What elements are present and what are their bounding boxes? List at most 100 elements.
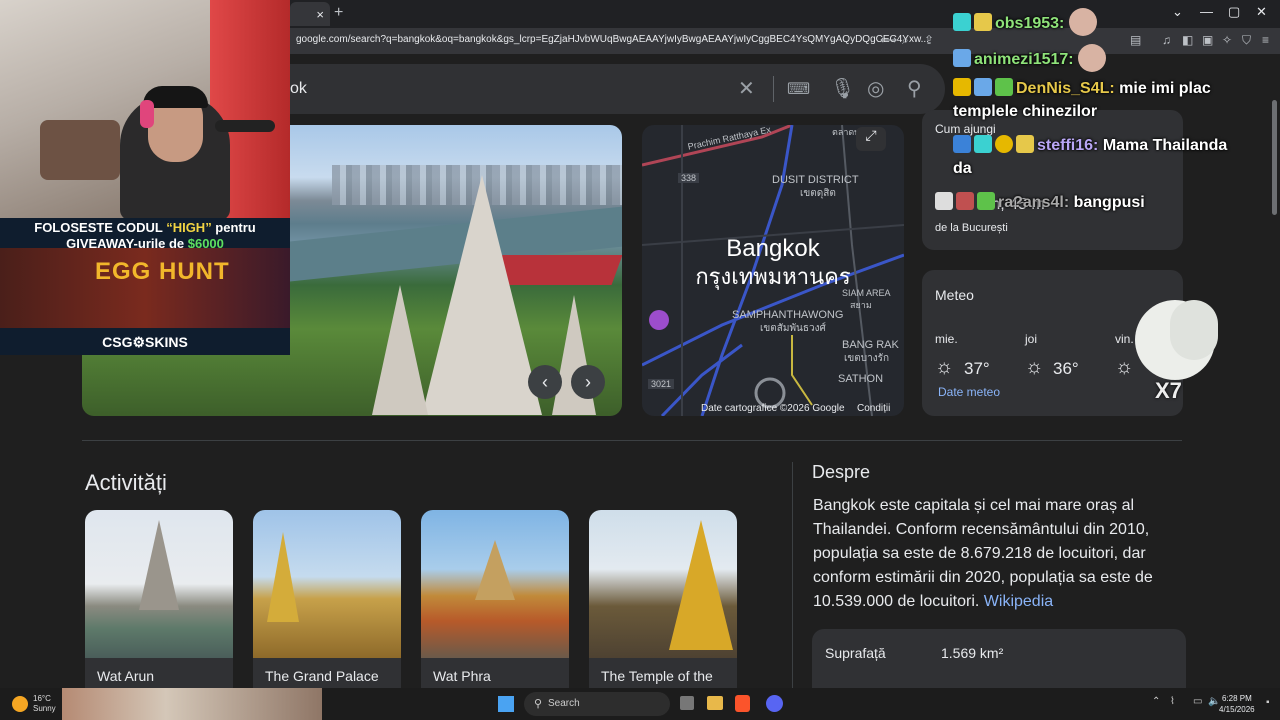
music-icon[interactable]: ♫ [1162, 33, 1171, 47]
emote-ghost [1170, 300, 1218, 360]
carousel-prev-button[interactable]: ‹ [528, 365, 562, 399]
facts-card: Suprafață 1.569 km² [812, 629, 1186, 689]
map-road-number: 3021 [648, 379, 675, 389]
search-icon[interactable]: ⚲ [907, 76, 922, 101]
browser-tab[interactable]: × [290, 2, 330, 26]
promo-banner: FOLOSESTE CODUL “HIGH” pentru GIVEAWAY-u… [0, 218, 290, 355]
taskbar-time[interactable]: 6:28 PM [1222, 694, 1252, 703]
menu-icon[interactable]: ≡ [1262, 33, 1269, 47]
tab-search-icon[interactable]: ⌄ [1172, 4, 1183, 20]
weather-title: Meteo [935, 287, 974, 303]
discord-icon[interactable] [766, 695, 783, 712]
brave-icon[interactable] [735, 695, 750, 712]
scrollbar[interactable] [1272, 100, 1277, 215]
fact-value: 1.569 km² [941, 645, 1004, 661]
section-divider [82, 440, 1182, 441]
taskbar-temp[interactable]: 16°C [33, 694, 51, 703]
tray-expand-icon[interactable]: ⌃ [1152, 696, 1160, 707]
taskbar-search[interactable]: ⚲ Search [524, 692, 670, 716]
address-bar[interactable]: google.com/search?q=bangkok&oq=bangkok&g… [290, 28, 1280, 54]
map-terms-link[interactable]: Condiții [857, 403, 890, 414]
network-icon[interactable]: ⌇ [1170, 696, 1175, 707]
wikipedia-link[interactable]: Wikipedia [984, 593, 1053, 610]
search-box[interactable]: ok ✕ ⌨ 🎙 ◎ ⚲ [290, 64, 945, 114]
wallet-icon[interactable]: ▣ [1202, 33, 1213, 47]
tab-close-icon[interactable]: × [316, 7, 324, 22]
taskbar-search-label: Search [548, 698, 580, 709]
activity-image [85, 510, 233, 658]
map-label-district: DUSIT DISTRICT [772, 174, 859, 186]
about-title: Despre [812, 462, 871, 482]
about-description: Bangkok este capitala și cel mai mare or… [813, 494, 1173, 614]
weather-sun-icon[interactable] [12, 696, 28, 712]
close-window-button[interactable]: ✕ [1256, 4, 1267, 20]
clear-icon[interactable]: ✕ [738, 76, 755, 101]
webcam-overlay [0, 0, 290, 218]
activity-card[interactable]: The Grand Palace [253, 510, 401, 710]
column-divider [792, 462, 793, 692]
ai-icon[interactable]: ✧ [1222, 33, 1232, 47]
map-road-number: 338 [678, 173, 700, 183]
emote-multiplier: X7 [1155, 378, 1182, 403]
task-view-icon[interactable] [680, 696, 694, 710]
carousel-next-button[interactable]: › [571, 365, 605, 399]
weather-day: vin. [1115, 332, 1134, 346]
file-explorer-icon[interactable] [707, 696, 723, 710]
event-banner: EGG HUNT [0, 248, 290, 328]
sidebar-icon[interactable]: ▤ [1130, 33, 1141, 47]
windows-start-icon[interactable] [498, 696, 514, 712]
activity-image [421, 510, 569, 658]
url-text[interactable]: google.com/search?q=bangkok&oq=bangkok&g… [296, 34, 929, 45]
directions-title: Cum ajungi [935, 122, 996, 136]
activity-card[interactable]: Wat Arun [85, 510, 233, 710]
keyboard-icon[interactable]: ⌨ [787, 79, 810, 99]
map-label-district: SAMPHANTHAWONG [732, 309, 844, 321]
shield-icon[interactable]: ⛉ [1242, 33, 1251, 48]
event-title: EGG HUNT [95, 258, 230, 285]
new-tab-button[interactable]: + [334, 4, 343, 22]
expand-map-icon[interactable]: ⤢ [856, 127, 886, 151]
chat-message: DenNis_S4L: mie imi plac [953, 78, 1211, 98]
taskbar-condition[interactable]: Sunny [33, 704, 56, 713]
taskbar: 16°C Sunny ⚲ Search ⌃ ⌇ ▭ 🔈 6:28 PM 4/15… [0, 688, 1280, 720]
microphone-icon[interactable]: 🎙 [830, 76, 855, 101]
map[interactable]: Prachim Ratthaya Ex 338 3021 ตลาดพลู DUS… [642, 125, 904, 416]
weather-day: mie. [935, 332, 958, 346]
promo-line-1: FOLOSESTE CODUL “HIGH” pentru [34, 220, 256, 235]
notification-icon[interactable]: ▪ [1266, 697, 1270, 708]
activity-card[interactable]: Wat Phra [421, 510, 569, 710]
weather-day: joi [1025, 332, 1038, 346]
search-input[interactable]: ok [290, 80, 307, 98]
panel-icon[interactable]: ◧ [1182, 33, 1193, 47]
translate-icon[interactable]: ⟷ [880, 33, 897, 47]
sofa [40, 120, 120, 180]
search-icon: ⚲ [534, 698, 543, 710]
chat-message-cont: templele chinezilor [953, 103, 1098, 120]
taskbar-date[interactable]: 4/15/2026 [1219, 705, 1255, 714]
map-label-district-thai: เขตสัมพันธวงศ์ [760, 323, 826, 334]
directions-from: de la București [935, 222, 1008, 234]
maximize-button[interactable]: ▢ [1228, 4, 1240, 20]
weather-temp: 36° [1053, 359, 1079, 378]
activities-title: Activități [85, 470, 167, 495]
share-icon[interactable]: ⇪ [924, 33, 934, 47]
chat-message: obs1953: [953, 8, 1100, 36]
chat-message: animezi1517: [953, 44, 1109, 72]
map-label-district: SATHON [838, 373, 884, 385]
zoom-icon[interactable]: ⌕ [902, 33, 909, 48]
sun-icon: ☼ [1025, 356, 1044, 378]
activity-title: Wat Phra [433, 668, 491, 684]
sun-icon: ☼ [1115, 356, 1134, 378]
map-attribution: Date cartografice ©2026 Google [701, 403, 845, 414]
taskbar-preview [62, 688, 322, 720]
weather-link[interactable]: Date meteo [938, 385, 1000, 399]
directions-card[interactable]: Cum ajungi 2 h, 45 m de la București [922, 110, 1183, 250]
display-icon[interactable]: ▭ [1193, 696, 1202, 707]
minimize-button[interactable]: — [1200, 4, 1213, 19]
temple-spire [422, 175, 542, 415]
chat-message-cont: da [953, 160, 972, 177]
activity-card[interactable]: The Temple of the [589, 510, 737, 710]
lens-icon[interactable]: ◎ [867, 76, 884, 101]
sun-icon: ☼ [935, 356, 954, 378]
activity-image [589, 510, 737, 658]
